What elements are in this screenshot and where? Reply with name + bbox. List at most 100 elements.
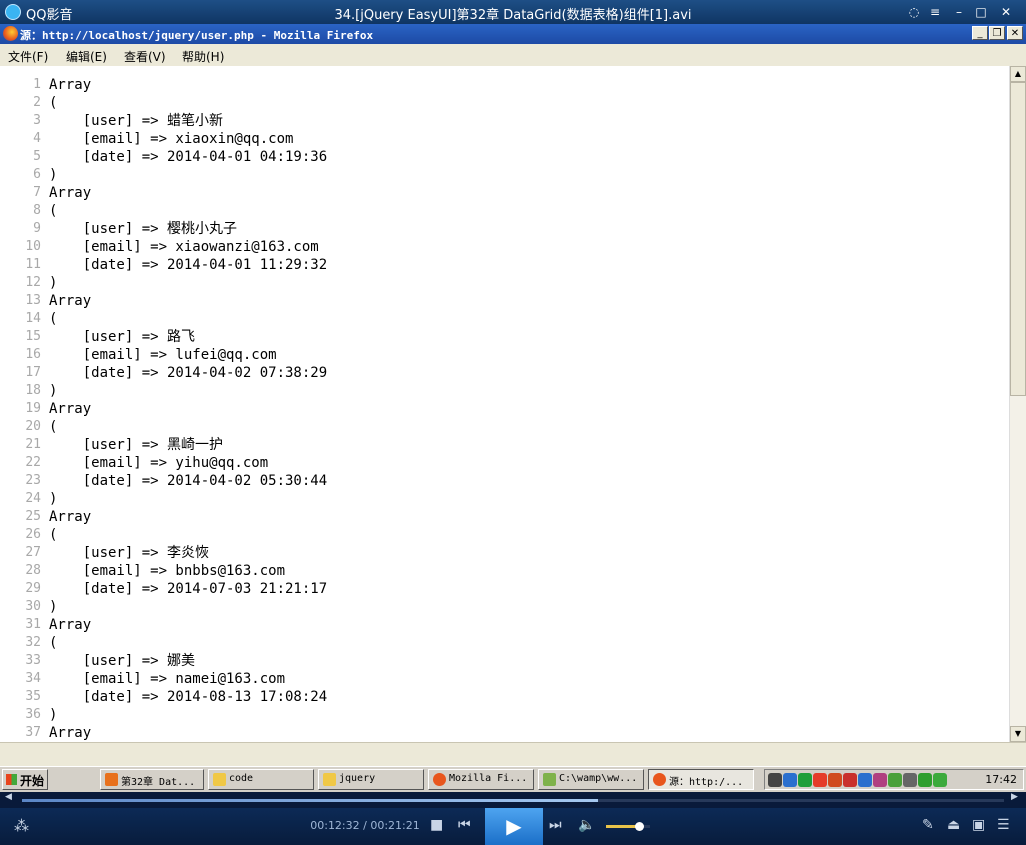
stop-button[interactable]: ■ [430,817,443,833]
menu-list-icon[interactable]: ☰ [997,817,1010,833]
line-text: Array [49,77,92,93]
browser-window-title: 源：http://localhost/jquery/user.php - Moz… [20,29,374,42]
volume-knob[interactable] [635,822,644,831]
source-line: 35 [date] => 2014-08-13 17:08:24 [0,688,1000,706]
menu-edit[interactable]: 编辑(E) [66,48,107,65]
source-line: 12) [0,274,1000,292]
arrows-icon[interactable] [918,773,932,787]
taskbar-button[interactable]: 源：http:/... [648,769,754,790]
source-line: 17 [date] => 2014-04-02 07:38:29 [0,364,1000,382]
line-text: [date] => 2014-04-02 05:30:44 [49,473,328,489]
speaker-icon[interactable] [903,773,917,787]
taskbar-button[interactable]: 第32章 Dat... [100,769,204,790]
source-line: 18) [0,382,1000,400]
chart-icon[interactable] [828,773,842,787]
previous-button[interactable]: ⏮ [458,817,471,833]
qq-penguin-icon[interactable] [813,773,827,787]
line-number: 20 [25,419,41,434]
line-text: ( [49,635,58,651]
scrollbar-thumb[interactable] [1010,82,1026,396]
browser-minimize-button[interactable]: _ [972,26,988,40]
playlist-icon[interactable]: ≡ [926,3,944,21]
volume-slider[interactable] [606,822,650,831]
maximize-button[interactable]: □ [972,3,990,21]
scroll-down-arrow-icon[interactable]: ▼ [1010,726,1026,742]
source-line: 34 [email] => namei@163.com [0,670,1000,688]
line-number: 16 [25,347,41,362]
eject-icon[interactable]: ⏏ [947,817,960,833]
menu-help[interactable]: 帮助(H) [182,48,224,65]
source-line: 32 ( [0,634,1000,652]
start-button[interactable]: 开始 [2,769,48,790]
seek-bar[interactable]: ◀ ▶ [0,792,1026,808]
volume-icon[interactable]: 🔈 [578,817,595,833]
source-line: 24) [0,490,1000,508]
line-text: ) [49,491,58,507]
seek-back-icon[interactable]: ◀ [5,792,12,802]
line-text: ( [49,311,58,327]
line-text: [date] => 2014-04-01 04:19:36 [49,149,328,165]
keyboard-icon[interactable] [768,773,782,787]
tools-icon[interactable]: ✎ [922,817,934,833]
shield-red-icon[interactable] [843,773,857,787]
taskbar-button-label: C:\wamp\ww... [559,773,638,784]
security-icon[interactable] [873,773,887,787]
notepad-icon [543,773,556,786]
footprint-icon[interactable]: ⁂ [14,817,29,835]
line-text: [date] => 2014-04-02 07:38:29 [49,365,328,381]
update-icon[interactable] [888,773,902,787]
wifi-icon[interactable] [858,773,872,787]
source-view[interactable]: 1 Array 2(3 [user] => 蜡笔小新 4 [email] => xia… [0,66,1009,742]
minimize-button[interactable]: – [950,3,968,21]
source-line: 3 [user] => 蜡笔小新 [0,112,1000,130]
next-button[interactable]: ⏭ [549,817,562,833]
time-readout: 00:12:32 / 00:21:21 [300,819,430,832]
line-number: 35 [25,689,41,704]
line-text: Array [49,509,92,525]
browser-restore-button[interactable]: ❐ [989,26,1005,40]
play-button[interactable]: ▶ [485,808,543,845]
line-text: Array [49,293,92,309]
line-text: [user] => 李炎恢 [49,545,210,561]
source-line: 19 Array [0,400,1000,418]
shield-green-icon[interactable] [933,773,947,787]
taskbar-button[interactable]: Mozilla Fi... [428,769,534,790]
line-number: 1 [33,77,41,92]
firefox-icon [3,26,18,41]
source-line: 25 Array [0,508,1000,526]
seek-forward-icon[interactable]: ▶ [1011,792,1018,802]
taskbar-button[interactable]: C:\wamp\ww... [538,769,644,790]
app-green-icon[interactable] [798,773,812,787]
source-line: 28 [email] => bnbbs@163.com [0,562,1000,580]
chat-icon[interactable]: ◌ [905,3,923,21]
vertical-scrollbar[interactable]: ▲ ▼ [1009,66,1026,742]
browser-close-button[interactable]: ✕ [1007,26,1023,40]
source-line: 20 ( [0,418,1000,436]
network-icon[interactable] [783,773,797,787]
clock: 17:42 [985,773,1017,786]
player-controls: ⁂ 00:12:32 / 00:21:21 ■ ⏮ ▶ ⏭ 🔈 ✎ ⏏ ▣ ☰ [0,808,1026,845]
source-line: 26 ( [0,526,1000,544]
source-line: 15 [user] => 路飞 [0,328,1000,346]
taskbar-button-label: jquery [339,773,376,784]
taskbar-button[interactable]: code [208,769,314,790]
source-line: 7 Array [0,184,1000,202]
source-line: 22 [email] => yihu@qq.com [0,454,1000,472]
scroll-up-arrow-icon[interactable]: ▲ [1010,66,1026,82]
line-number: 22 [25,455,41,470]
line-text: Array [49,617,92,633]
seek-track[interactable] [22,799,1004,802]
source-line: 36) [0,706,1000,724]
taskbar-button[interactable]: jquery [318,769,424,790]
close-button[interactable]: ✕ [997,3,1015,21]
line-number: 23 [25,473,41,488]
line-number: 3 [33,113,41,128]
source-line: 2( [0,94,1000,112]
fullscreen-icon[interactable]: ▣ [972,817,985,833]
menu-view[interactable]: 查看(V) [124,48,166,65]
menu-file[interactable]: 文件(F) [8,48,48,65]
source-line: 8( [0,202,1000,220]
qq-player-icon [105,773,118,786]
player-file-name: 34.[jQuery EasyUI]第32章 DataGrid(数据表格)组件[… [334,8,692,23]
line-number: 33 [25,653,41,668]
